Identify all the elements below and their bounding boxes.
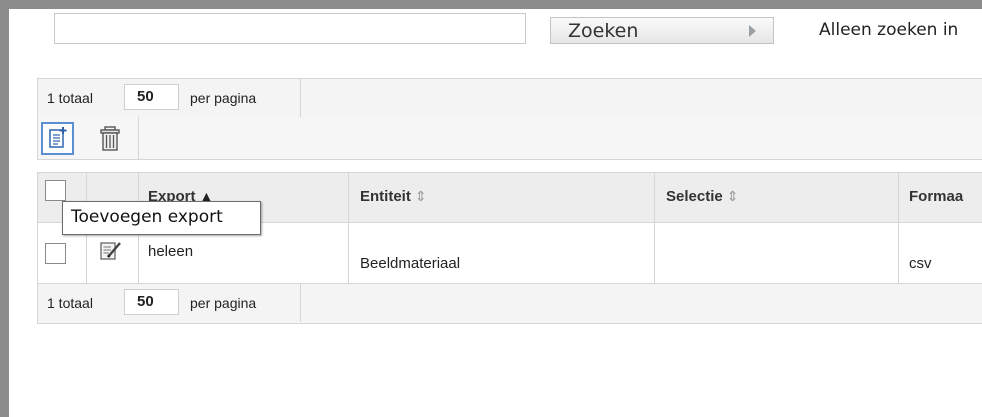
window-frame-top (0, 0, 982, 9)
window-frame-left (0, 0, 9, 417)
total-count: 1 totaal (47, 90, 93, 106)
per-page-label: per pagina (190, 90, 257, 106)
column-header-label: Selectie (666, 188, 723, 205)
add-export-button[interactable] (41, 122, 74, 155)
edit-button[interactable] (98, 239, 124, 267)
paginator-top: 1 totaal 50 per pagina (37, 78, 982, 118)
select-all-checkbox[interactable] (45, 180, 66, 201)
column-divider (348, 223, 349, 283)
per-page-label: per pagina (190, 295, 257, 311)
column-header-entiteit[interactable]: Entiteit ⇕ (360, 188, 427, 205)
sort-both-icon: ⇕ (726, 188, 739, 204)
tooltip: Toevoegen export (62, 201, 261, 235)
cell-export: heleen (148, 243, 194, 260)
paginator-controls: 1 totaal 50 per pagina (38, 79, 301, 117)
paginator-controls: 1 totaal 50 per pagina (38, 284, 301, 322)
only-search-option[interactable]: Alleen zoeken in (819, 20, 958, 40)
edit-icon (100, 242, 121, 260)
toolbar-divider (138, 117, 139, 159)
column-header-label: Formaa (909, 188, 964, 205)
search-button-label: Zoeken (568, 20, 639, 42)
column-header-formaat[interactable]: Formaa (909, 188, 982, 205)
add-document-icon (49, 127, 67, 148)
toolbar (37, 117, 982, 160)
sort-both-icon: ⇕ (414, 188, 427, 204)
column-divider (654, 173, 655, 222)
column-divider (348, 173, 349, 222)
page-size-input[interactable]: 50 (124, 84, 179, 110)
total-count: 1 totaal (47, 295, 93, 311)
search-input[interactable] (54, 13, 526, 44)
cell-entiteit: Beeldmateriaal (360, 255, 461, 272)
trash-icon (100, 126, 120, 151)
column-divider (654, 223, 655, 283)
column-header-selectie[interactable]: Selectie ⇕ (666, 188, 738, 205)
chevron-right-icon (749, 25, 756, 37)
paginator-bottom: 1 totaal 50 per pagina (37, 284, 982, 324)
page-size-input[interactable]: 50 (124, 289, 179, 315)
cell-formaat: csv (909, 255, 932, 272)
column-header-label: Entiteit (360, 188, 411, 205)
search-button[interactable]: Zoeken (550, 17, 774, 44)
column-divider (898, 223, 899, 283)
column-divider (898, 173, 899, 222)
delete-button[interactable] (94, 122, 127, 155)
row-checkbox[interactable] (45, 243, 66, 264)
